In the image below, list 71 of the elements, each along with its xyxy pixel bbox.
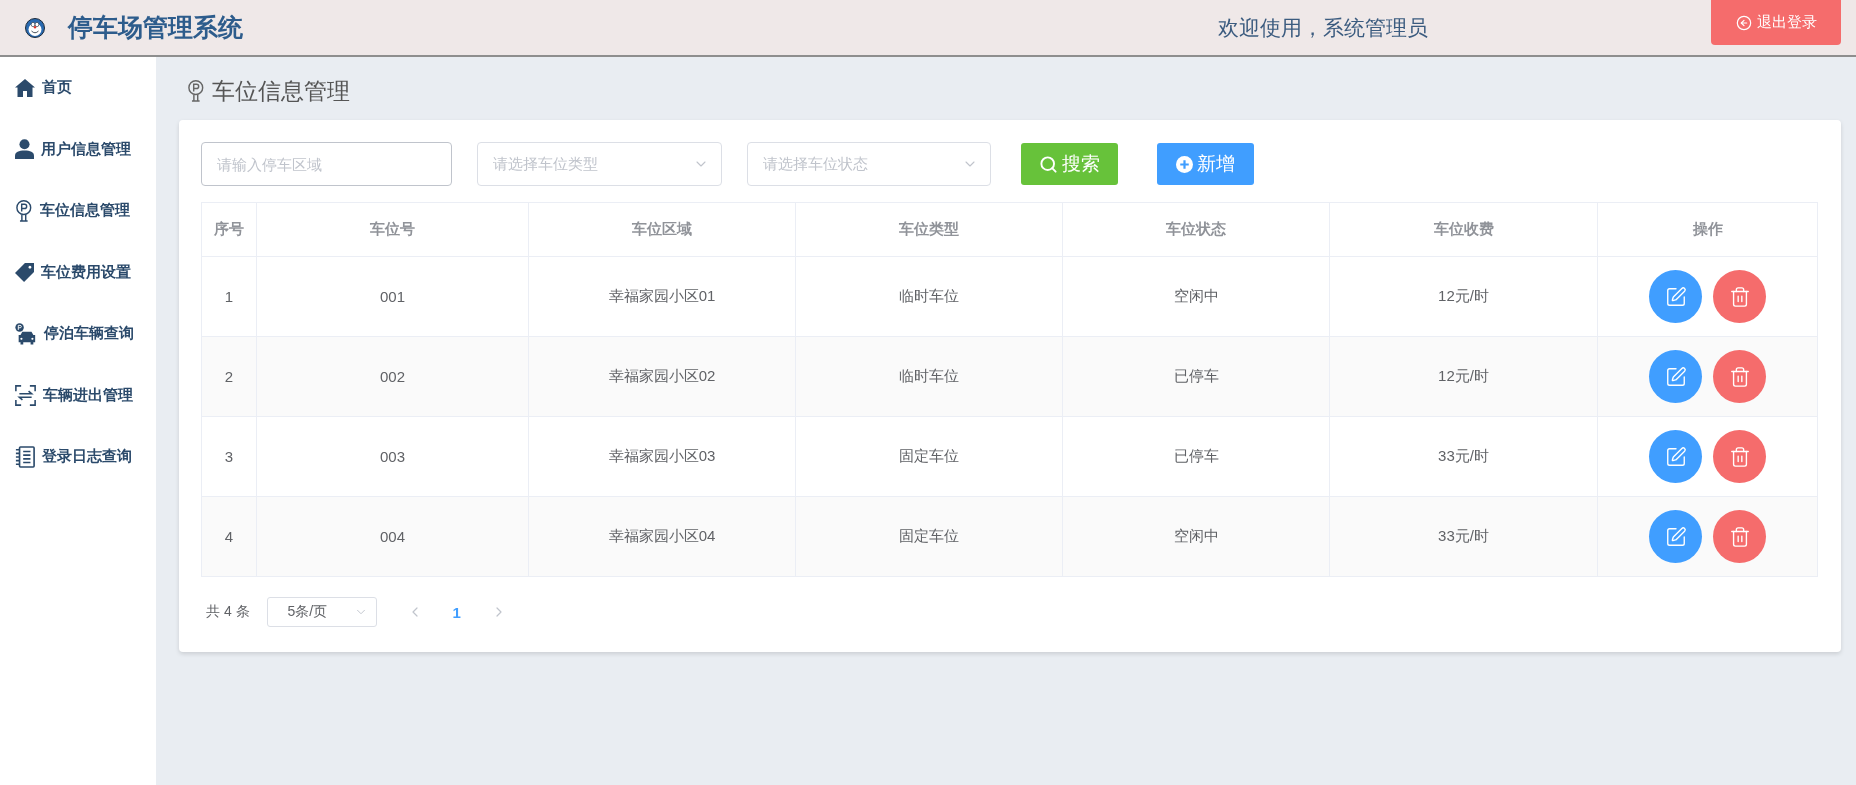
- total-count: 共 4 条: [206, 603, 250, 621]
- app-title: 停车场管理系统: [68, 12, 243, 43]
- delete-button[interactable]: [1713, 510, 1766, 563]
- sidebar-item[interactable]: 登录日志查询: [0, 426, 156, 488]
- edit-button[interactable]: [1649, 270, 1702, 323]
- column-header: 车位收费: [1329, 202, 1598, 257]
- table-cell: 已停车: [1173, 447, 1219, 464]
- edit-button[interactable]: [1649, 430, 1702, 483]
- plus-circle-icon: [1176, 155, 1193, 173]
- table-cell: 33元/时: [1438, 447, 1489, 464]
- notebook-icon: [15, 445, 35, 468]
- table-cell: 幸福家园小区02: [608, 367, 716, 384]
- table-cell: 幸福家园小区01: [608, 287, 716, 304]
- page-size-select[interactable]: 5条/页: [266, 597, 377, 627]
- table-cell: 3: [224, 448, 234, 465]
- table-cell: 已停车: [1173, 367, 1219, 384]
- home-icon: [15, 78, 35, 97]
- trash-icon: [1728, 525, 1751, 548]
- column-header: 序号: [201, 202, 257, 257]
- trash-icon: [1728, 285, 1751, 308]
- delete-button[interactable]: [1713, 270, 1766, 323]
- user-icon: [15, 139, 34, 160]
- parking-sign-icon: [187, 80, 205, 102]
- sidebar-item[interactable]: 车位费用设置: [0, 241, 156, 303]
- table-cell: 002: [380, 368, 405, 385]
- table-cell: 1: [224, 288, 234, 305]
- column-header: 车位区域: [528, 202, 796, 257]
- table-cell: 固定车位: [899, 447, 959, 464]
- sidebar-item[interactable]: 停泊车辆查询: [0, 303, 156, 365]
- column-header: 操作: [1597, 202, 1818, 257]
- edit-icon: [1664, 365, 1687, 388]
- table-cell: 33元/时: [1438, 527, 1489, 544]
- edit-button[interactable]: [1649, 510, 1702, 563]
- welcome-text: 欢迎使用，系统管理员: [1218, 14, 1428, 41]
- page-title: 车位信息管理: [211, 76, 350, 106]
- transfer-arrows-icon: [15, 384, 36, 406]
- table-cell: 空闲中: [1173, 287, 1219, 304]
- edit-icon: [1664, 445, 1687, 468]
- table-cell: 空闲中: [1173, 527, 1219, 544]
- delete-button[interactable]: [1713, 430, 1766, 483]
- table-cell: 4: [224, 528, 234, 545]
- edit-icon: [1664, 525, 1687, 548]
- column-header: 车位状态: [1062, 202, 1330, 257]
- edit-button[interactable]: [1649, 350, 1702, 403]
- trash-icon: [1728, 365, 1751, 388]
- table-cell: 临时车位: [899, 287, 959, 304]
- table-cell: 001: [380, 288, 405, 305]
- sidebar-item[interactable]: 首页: [0, 57, 156, 119]
- table-cell: 临时车位: [899, 367, 959, 384]
- column-header: 车位号: [256, 202, 529, 257]
- table-cell: 004: [380, 528, 405, 545]
- sidebar-item[interactable]: 车位信息管理: [0, 180, 156, 242]
- delete-button[interactable]: [1713, 350, 1766, 403]
- sidebar-item[interactable]: 车辆进出管理: [0, 364, 156, 426]
- table-cell: 幸福家园小区04: [608, 527, 716, 544]
- price-tag-icon: [15, 262, 34, 282]
- edit-icon: [1664, 285, 1687, 308]
- table-cell: 固定车位: [899, 527, 959, 544]
- table-cell: 2: [224, 368, 234, 385]
- cartoon-face-icon: [25, 17, 45, 38]
- car-icon: [15, 322, 37, 345]
- table-cell: 幸福家园小区03: [608, 447, 716, 464]
- column-header: 车位类型: [795, 202, 1063, 257]
- parking-sign-icon: [15, 199, 33, 222]
- table-cell: 003: [380, 448, 405, 465]
- input-field[interactable]: 请输入停车区域: [201, 142, 452, 186]
- table-cell: 12元/时: [1438, 367, 1489, 384]
- trash-icon: [1728, 445, 1751, 468]
- table-cell: 12元/时: [1438, 287, 1489, 304]
- search-icon: [1039, 154, 1058, 174]
- sidebar-item[interactable]: 用户信息管理: [0, 118, 156, 180]
